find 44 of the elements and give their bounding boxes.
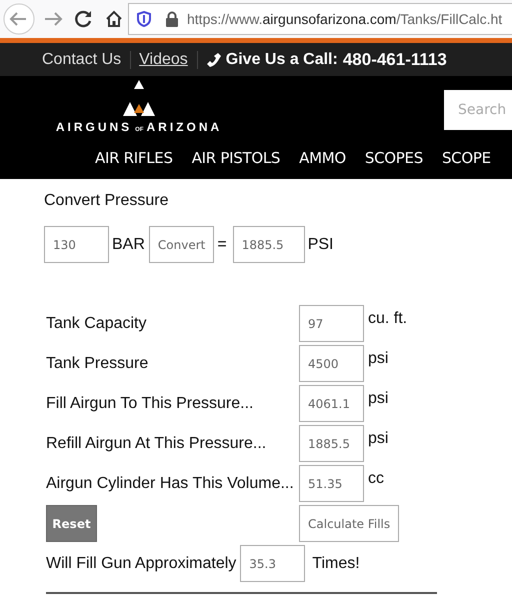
input-field[interactable]: 1885.5 [232,226,305,263]
convert-button[interactable]: Convert [148,226,214,263]
unit-label: cu. ft. [368,309,408,329]
phone-icon [206,52,222,68]
input-field[interactable]: 130 [44,226,109,263]
nav-menu-item[interactable]: SCOPE [442,149,491,167]
search-field[interactable]: Search [444,90,512,130]
nav-menu-item[interactable]: SCOPES [364,149,423,167]
field-label: Fill Airgun To This Pressure... [46,394,254,414]
nav-menu-item[interactable]: AMMO [299,149,346,167]
reload-icon[interactable] [74,9,94,29]
result-suffix: Times! [312,554,360,574]
input-field[interactable]: 97 [299,305,364,342]
shield-icon[interactable] [137,11,151,27]
nav-menu-item[interactable]: AIR PISTOLS [192,149,280,167]
section-title: Convert Pressure [44,192,170,210]
call-label: Give Us a Call: [226,50,338,68]
unit-label: psi [368,389,388,409]
input-field[interactable]: 51.35 [299,465,364,502]
input-field[interactable]: 1885.5 [299,425,364,462]
lock-icon[interactable] [165,11,179,27]
input-field[interactable]: 35.3 [240,545,306,582]
unit-label: cc [368,469,384,489]
calculate-fills-button[interactable]: Calculate Fills [299,505,400,542]
back-icon[interactable] [2,2,36,36]
input-field[interactable]: 4061.1 [299,385,364,422]
equals-sign: = [217,236,227,254]
nav-link[interactable]: Contact Us [42,50,132,68]
nav-menu-item[interactable]: AIR RIFLES [95,149,173,167]
field-label: Airgun Cylinder Has This Volume... [46,474,295,494]
field-label: Tank Pressure [46,354,150,374]
unit-label: psi [368,349,388,369]
input-field[interactable]: 4500 [299,345,364,382]
result-label: Will Fill Gun Approximately [46,554,236,574]
unit-label: PSI [308,236,334,254]
unit-label: BAR [112,236,145,254]
field-label: Refill Airgun At This Pressure... [46,434,268,454]
nav-link[interactable]: Videos [139,50,198,68]
phone-number[interactable]: 480-461-1113 [342,50,447,70]
home-icon[interactable] [104,9,124,29]
unit-label: psi [368,429,388,449]
field-label: Tank Capacity [46,314,148,334]
reset-button[interactable]: Reset [46,505,97,542]
logo-mark-icon [121,80,157,116]
